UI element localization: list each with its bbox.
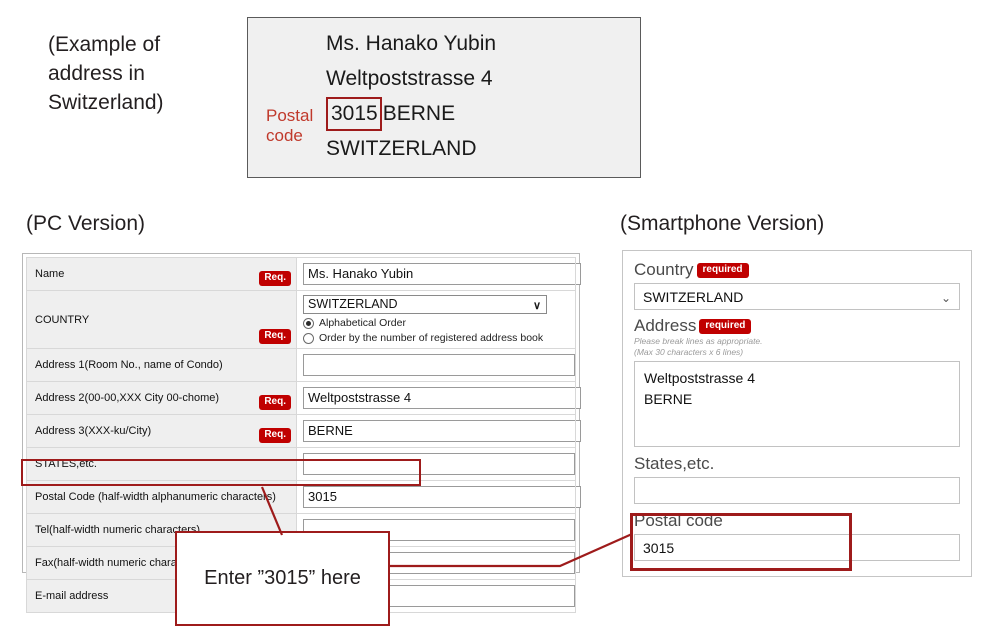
country-select-value: SWITZERLAND bbox=[308, 297, 398, 311]
address3-input[interactable]: BERNE bbox=[303, 420, 581, 442]
envelope-address-block: Ms. Hanako Yubin Weltpoststrasse 4 3015 B… bbox=[326, 26, 626, 166]
required-badge: required bbox=[699, 318, 752, 334]
radio-icon bbox=[303, 332, 314, 344]
postal-code-annotation: Postal code bbox=[266, 106, 313, 146]
sp-address-textarea[interactable]: Weltpoststrasse 4 BERNE bbox=[634, 361, 960, 447]
row-label-states: STATES,etc. bbox=[26, 447, 297, 481]
row-label-address3: Address 3(XXX-ku/City) Req. bbox=[26, 414, 297, 448]
postal-code-input[interactable]: 3015 bbox=[303, 486, 581, 508]
address2-input[interactable]: Weltpoststrasse 4 bbox=[303, 387, 581, 409]
sp-address-note-2: (Max 30 characters x 6 lines) bbox=[634, 347, 744, 357]
envelope-line-street: Weltpoststrasse 4 bbox=[326, 67, 493, 90]
required-badge: Req. bbox=[259, 428, 291, 443]
label-text: Postal Code (half-width alphanumeric cha… bbox=[35, 491, 276, 503]
chevron-down-icon: ∨ bbox=[532, 300, 541, 312]
sp-country-label: Country required bbox=[634, 260, 960, 280]
envelope-line-country: SWITZERLAND bbox=[326, 137, 477, 161]
sp-country-select[interactable]: SWITZERLAND ⌄ bbox=[634, 283, 960, 310]
postal-code-annotation-line1: Postal bbox=[266, 106, 314, 125]
label-text: Postal code bbox=[634, 511, 723, 530]
radio-icon-selected bbox=[303, 317, 314, 329]
sp-postal-label: Postal code bbox=[634, 511, 960, 531]
smartphone-version-heading: (Smartphone Version) bbox=[620, 212, 825, 235]
radio-alphabetical-order[interactable]: Alphabetical Order bbox=[303, 317, 569, 329]
pc-address-form: Name Req. Ms. Hanako Yubin COUNTRY Req. … bbox=[22, 253, 581, 613]
sp-address-label: Address required bbox=[634, 316, 960, 336]
label-text: Address 1(Room No., name of Condo) bbox=[35, 359, 223, 371]
required-badge: required bbox=[696, 262, 749, 278]
envelope-example: Postal code Ms. Hanako Yubin Weltpoststr… bbox=[247, 17, 641, 178]
sp-states-input[interactable] bbox=[634, 477, 960, 504]
label-text: States,etc. bbox=[634, 454, 715, 473]
sp-states-label: States,etc. bbox=[634, 454, 960, 474]
pc-version-heading: (PC Version) bbox=[26, 212, 146, 235]
radio-address-book-order[interactable]: Order by the number of registered addres… bbox=[303, 332, 569, 344]
row-field-name: Ms. Hanako Yubin bbox=[296, 257, 581, 291]
country-select[interactable]: SWITZERLAND ∨ bbox=[303, 295, 547, 314]
table-row: Address 3(XXX-ku/City) Req. BERNE bbox=[26, 414, 581, 448]
table-row: Name Req. Ms. Hanako Yubin bbox=[26, 257, 581, 291]
envelope-line-name: Ms. Hanako Yubin bbox=[326, 32, 497, 55]
envelope-zip-highlight: 3015 bbox=[326, 97, 382, 132]
label-text: E-mail address bbox=[35, 590, 109, 602]
example-caption: (Example of address in Switzerland) bbox=[48, 33, 164, 114]
required-badge: Req. bbox=[259, 329, 291, 344]
row-field-postal-code: 3015 bbox=[296, 480, 581, 514]
label-text: COUNTRY bbox=[35, 313, 90, 326]
label-text: STATES,etc. bbox=[35, 458, 97, 470]
envelope-city: BERNE bbox=[382, 102, 456, 125]
label-text: Name bbox=[35, 268, 65, 280]
label-text: Address 3(XXX-ku/City) bbox=[35, 425, 152, 437]
name-input[interactable]: Ms. Hanako Yubin bbox=[303, 263, 581, 285]
row-label-address2: Address 2(00-00,XXX City 00-chome) Req. bbox=[26, 381, 297, 415]
address1-input[interactable] bbox=[303, 354, 575, 376]
table-row: Postal Code (half-width alphanumeric cha… bbox=[26, 480, 581, 514]
radio-label: Order by the number of registered addres… bbox=[319, 332, 544, 344]
row-field-address3: BERNE bbox=[296, 414, 581, 448]
row-label-postal-code: Postal Code (half-width alphanumeric cha… bbox=[26, 480, 297, 514]
table-row: Address 1(Room No., name of Condo) bbox=[26, 348, 576, 382]
label-text: Address bbox=[634, 316, 697, 335]
sp-postal-input[interactable]: 3015 bbox=[634, 534, 960, 561]
table-row: STATES,etc. bbox=[26, 447, 576, 481]
callout-enter-3015: Enter ”3015” here bbox=[175, 531, 390, 626]
row-label-name: Name Req. bbox=[26, 257, 297, 291]
row-field-address2: Weltpoststrasse 4 bbox=[296, 381, 581, 415]
envelope-line-city: 3015 BERNE bbox=[326, 96, 626, 132]
callout-text: Enter ”3015” here bbox=[204, 567, 361, 589]
row-label-address1: Address 1(Room No., name of Condo) bbox=[26, 348, 297, 382]
required-badge: Req. bbox=[259, 271, 291, 286]
sp-country-value: SWITZERLAND bbox=[643, 289, 744, 305]
label-text: Address 2(00-00,XXX City 00-chome) bbox=[35, 392, 220, 404]
table-row: COUNTRY Req. SWITZERLAND ∨ Alphabetical … bbox=[26, 290, 576, 349]
row-field-country: SWITZERLAND ∨ Alphabetical Order Order b… bbox=[296, 290, 576, 349]
chevron-down-icon: ⌄ bbox=[940, 291, 951, 305]
row-field-states bbox=[296, 447, 576, 481]
sp-address-note-1: Please break lines as appropriate. bbox=[634, 336, 763, 346]
row-label-country: COUNTRY Req. bbox=[26, 290, 297, 349]
postal-code-annotation-line2: code bbox=[266, 126, 303, 145]
radio-label: Alphabetical Order bbox=[319, 317, 406, 329]
required-badge: Req. bbox=[259, 395, 291, 410]
label-text: Country bbox=[634, 260, 694, 279]
smartphone-address-form: Country required SWITZERLAND ⌄ Address r… bbox=[622, 250, 972, 577]
states-input[interactable] bbox=[303, 453, 575, 475]
row-field-address1 bbox=[296, 348, 576, 382]
table-row: Address 2(00-00,XXX City 00-chome) Req. … bbox=[26, 381, 581, 415]
